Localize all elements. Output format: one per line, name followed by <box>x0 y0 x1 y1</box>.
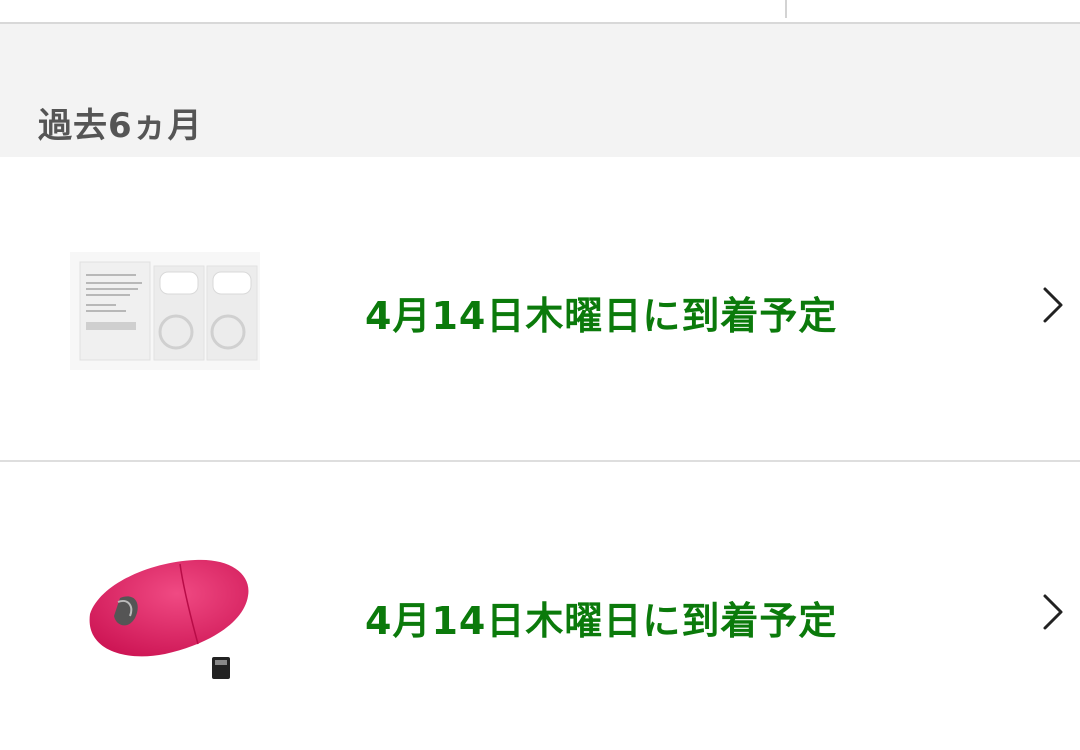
delivery-status: 4月14日木曜日に到着予定 <box>365 599 838 643</box>
mouse-skates-product-image <box>70 252 260 370</box>
order-row[interactable]: 4月14日木曜日に到着予定 <box>0 462 1080 750</box>
chevron-right-icon[interactable] <box>1040 285 1066 325</box>
section-title: 過去6ヵ月 <box>38 106 203 146</box>
top-bar-divider <box>785 0 787 18</box>
chevron-right-icon[interactable] <box>1040 592 1066 632</box>
section-header: 過去6ヵ月 <box>0 24 1080 157</box>
delivery-status: 4月14日木曜日に到着予定 <box>365 294 838 338</box>
pink-wireless-mouse-product-image <box>89 559 249 679</box>
top-bar <box>0 0 1080 24</box>
order-row[interactable]: 4月14日木曜日に到着予定 <box>0 157 1080 462</box>
